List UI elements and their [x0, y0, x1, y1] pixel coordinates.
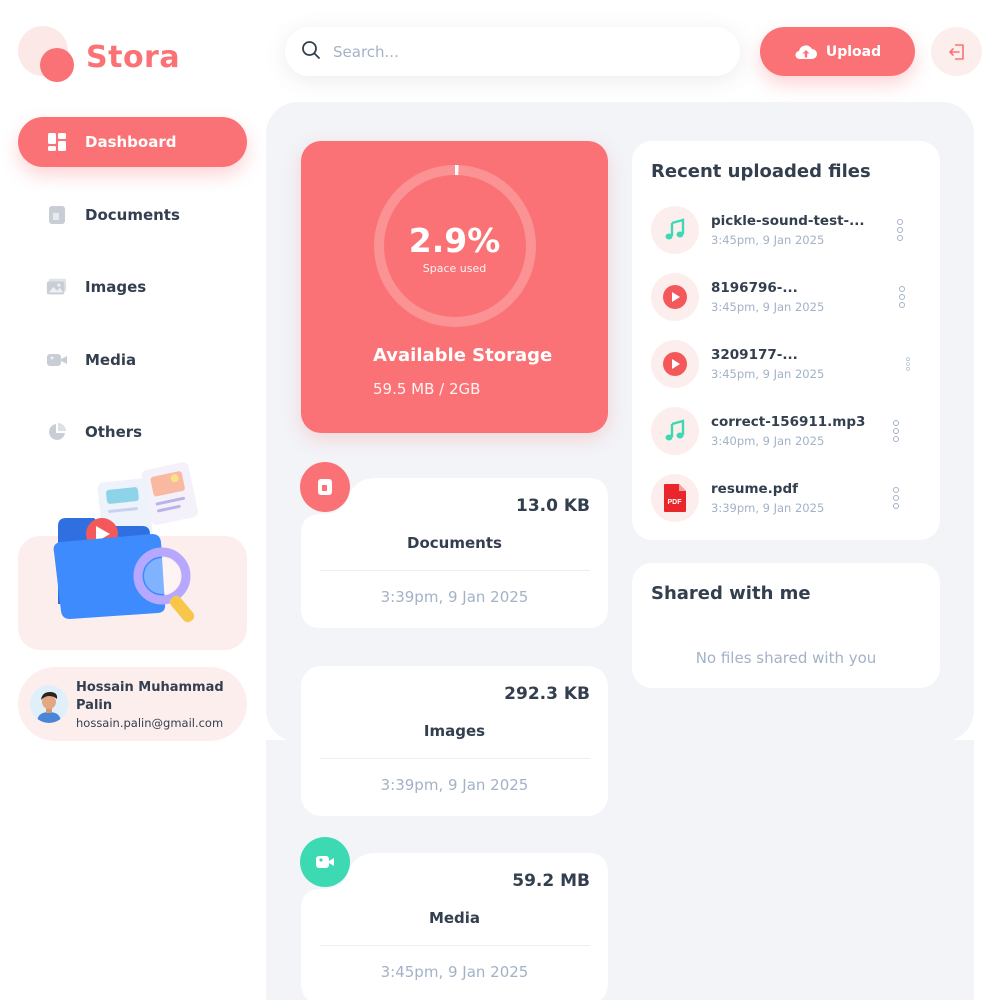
- pie-chart-icon: [46, 421, 68, 443]
- category-name: Media: [428, 909, 481, 927]
- sidebar-item-label: Documents: [85, 205, 180, 224]
- file-name: 8196796-...: [711, 280, 798, 296]
- sidebar-item-media[interactable]: Media: [18, 335, 247, 385]
- storage-percent-caption: Space used: [422, 262, 487, 275]
- file-date: 3:45pm, 9 Jan 2025: [711, 300, 825, 314]
- music-note-icon: [651, 407, 699, 455]
- category-name: Images: [423, 722, 486, 740]
- category-card-media[interactable]: 59.2 MB Media 3:45pm, 9 Jan 2025: [300, 837, 608, 1000]
- file-date: 3:45pm, 9 Jan 2025: [711, 233, 825, 247]
- user-name: Hossain Muhammad Palin: [76, 679, 224, 713]
- cloud-upload-icon: [795, 44, 817, 59]
- storage-summary-card: 2.9% Space used Available Storage 59.5 M…: [301, 141, 608, 433]
- dashboard-icon: [46, 131, 68, 153]
- file-name: correct-156911.mp3: [711, 414, 866, 430]
- storage-usage: 59.5 MB / 2GB: [373, 380, 481, 398]
- file-name: 3209177-...: [711, 347, 798, 363]
- file-date: 3:39pm, 9 Jan 2025: [711, 501, 825, 515]
- list-item[interactable]: 8196796-... 3:45pm, 9 Jan 2025: [651, 272, 931, 322]
- file-name: pickle-sound-test-...: [711, 213, 865, 229]
- category-name: Documents: [407, 534, 502, 552]
- list-item[interactable]: correct-156911.mp3 3:40pm, 9 Jan 2025: [651, 406, 931, 456]
- category-size: 59.2 MB: [512, 871, 590, 891]
- file-date: 3:45pm, 9 Jan 2025: [711, 367, 825, 381]
- recent-files-card: Recent uploaded files pickle-sound-test-…: [632, 141, 940, 540]
- category-card-images[interactable]: 292.3 KB Images 3:39pm, 9 Jan 2025: [301, 666, 608, 816]
- sidebar-item-label: Media: [85, 350, 137, 369]
- upload-label: Upload: [825, 43, 882, 60]
- list-item[interactable]: pickle-sound-test-... 3:45pm, 9 Jan 2025: [651, 205, 931, 255]
- recent-files-title: Recent uploaded files: [651, 161, 871, 182]
- music-note-icon: [651, 206, 699, 254]
- divider: [320, 945, 590, 946]
- file-date: 3:40pm, 9 Jan 2025: [711, 434, 825, 448]
- sidebar-item-images[interactable]: Images: [18, 262, 247, 312]
- more-options-icon[interactable]: [895, 282, 909, 312]
- brand-logo[interactable]: Stora: [18, 26, 218, 86]
- sidebar-item-label: Dashboard: [85, 133, 177, 151]
- search-input[interactable]: [333, 42, 713, 61]
- list-item[interactable]: 3209177-... 3:45pm, 9 Jan 2025: [651, 339, 931, 389]
- sidebar-item-dashboard[interactable]: Dashboard: [18, 117, 247, 167]
- video-icon: [300, 837, 350, 887]
- avatar: [30, 685, 68, 723]
- sidebar-item-label: Others: [85, 423, 143, 441]
- sidebar-item-label: Images: [85, 278, 147, 296]
- files-illustration: [53, 462, 198, 623]
- more-options-icon[interactable]: [889, 416, 903, 446]
- play-icon: [651, 273, 699, 321]
- category-card-documents[interactable]: 13.0 KB Documents 3:39pm, 9 Jan 2025: [300, 462, 608, 628]
- pdf-badge-text: PDF: [668, 499, 683, 506]
- user-profile[interactable]: Hossain Muhammad Palin hossain.palin@gma…: [18, 667, 247, 741]
- documents-icon: [46, 204, 68, 226]
- category-size: 292.3 KB: [504, 684, 590, 704]
- more-options-icon[interactable]: [904, 355, 912, 373]
- user-email: hossain.palin@gmail.com: [76, 715, 224, 730]
- more-options-icon[interactable]: [889, 483, 903, 513]
- divider: [320, 758, 590, 759]
- shared-files-card: Shared with me No files shared with you: [632, 563, 940, 688]
- pdf-icon: PDF: [651, 474, 699, 522]
- sidebar-item-others[interactable]: Others: [18, 407, 247, 457]
- empty-state-text: No files shared with you: [695, 649, 877, 667]
- images-icon: [46, 276, 68, 298]
- file-name: resume.pdf: [711, 481, 799, 497]
- category-date: 3:39pm, 9 Jan 2025: [380, 776, 529, 794]
- logout-button[interactable]: [931, 27, 982, 76]
- brand-name: Stora: [86, 40, 181, 75]
- sidebar-nav: Dashboard Documents Images Media Others: [18, 117, 247, 480]
- list-item[interactable]: PDF resume.pdf 3:39pm, 9 Jan 2025: [651, 473, 931, 523]
- search-bar[interactable]: [285, 27, 740, 76]
- search-icon: [301, 40, 321, 64]
- logout-icon: [948, 43, 964, 60]
- upload-button[interactable]: Upload: [760, 27, 915, 76]
- more-options-icon[interactable]: [893, 215, 907, 245]
- storage-percent: 2.9%: [408, 221, 501, 260]
- shared-files-title: Shared with me: [651, 583, 811, 604]
- storage-title: Available Storage: [373, 345, 553, 366]
- category-size: 13.0 KB: [516, 496, 590, 516]
- divider: [320, 570, 590, 571]
- category-date: 3:39pm, 9 Jan 2025: [380, 588, 529, 606]
- video-icon: [46, 349, 68, 371]
- logo-mark-dot: [40, 48, 74, 82]
- document-icon: [300, 462, 350, 512]
- sidebar-item-documents[interactable]: Documents: [18, 190, 247, 240]
- play-icon: [651, 340, 699, 388]
- category-date: 3:45pm, 9 Jan 2025: [380, 963, 529, 981]
